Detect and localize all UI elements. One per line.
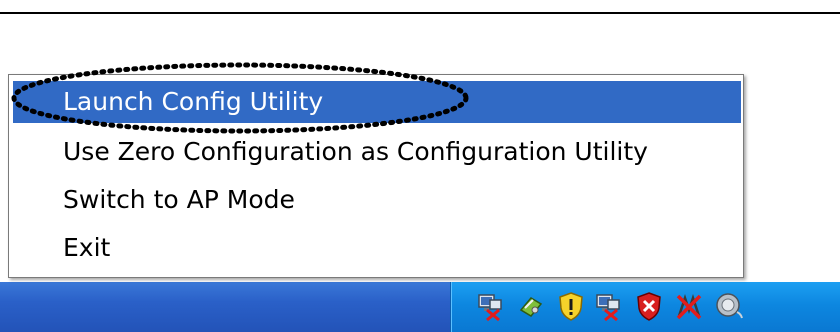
menu-item-switch-to-ap-mode[interactable]: Switch to AP Mode xyxy=(13,179,741,221)
security-warning-shield-icon[interactable] xyxy=(555,290,587,322)
wireless-disconnected-icon[interactable] xyxy=(673,290,705,322)
menu-item-launch-config-utility[interactable]: Launch Config Utility xyxy=(13,81,741,123)
menu-item-exit[interactable]: Exit xyxy=(13,227,741,269)
hardware-icon[interactable] xyxy=(515,290,547,322)
network-disconnected-icon[interactable] xyxy=(593,290,625,322)
network-disconnected-icon[interactable] xyxy=(475,290,507,322)
top-divider xyxy=(0,12,840,14)
wireless-utility-icon[interactable] xyxy=(713,290,745,322)
security-alert-shield-icon[interactable] xyxy=(633,290,665,322)
screenshot-stage: Launch Config Utility Use Zero Configura… xyxy=(0,0,840,332)
menu-item-use-zero-configuration[interactable]: Use Zero Configuration as Configuration … xyxy=(13,131,741,173)
context-menu: Launch Config Utility Use Zero Configura… xyxy=(8,74,744,278)
system-tray xyxy=(450,282,840,332)
